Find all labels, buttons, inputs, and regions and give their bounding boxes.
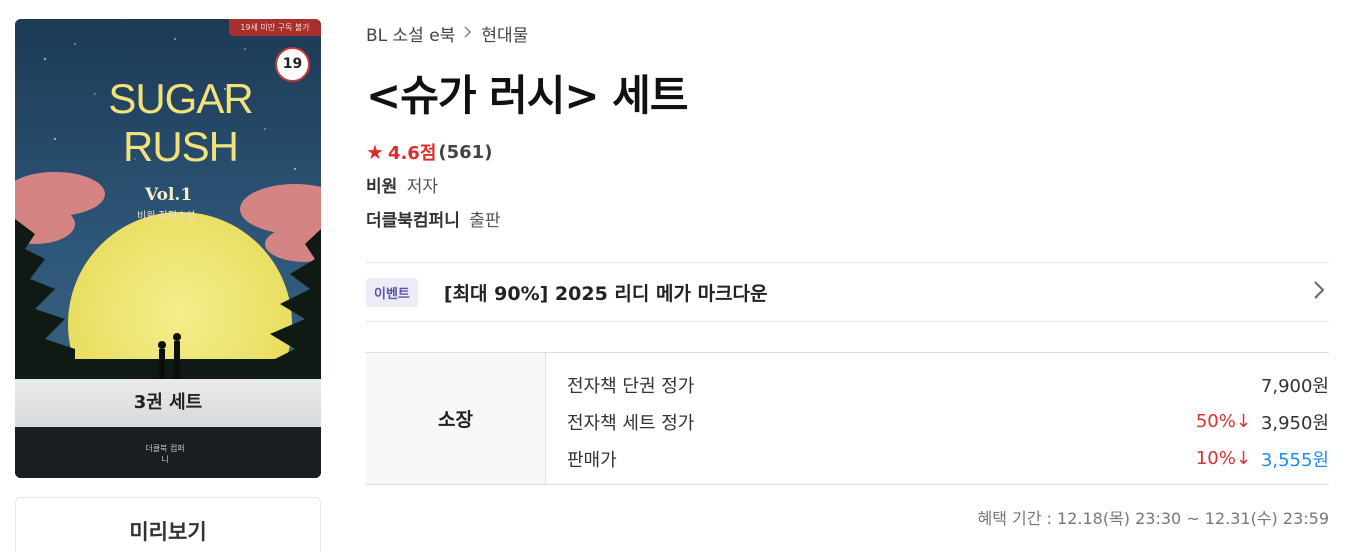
event-text: [최대 90%] 2025 리디 메가 마크다운 [443,282,768,305]
book-cover[interactable]: 19세 미만 구독 불가 19 SUGAR RUSH Vol.1 비원 장편소설… [15,19,321,478]
price-row-label: 전자책 세트 정가 [567,412,695,434]
price-row-label: 전자책 단권 정가 [567,375,695,397]
author-name[interactable]: 비원 [366,177,397,197]
price-table: 소장 전자책 단권 정가 7,900원 전자책 세트 정가 50%↓ 3,950… [366,352,1329,485]
breadcrumb-subcategory[interactable]: 현대물 [481,21,528,46]
price-row-value: 7,900원 [1260,375,1329,397]
author-role: 저자 [406,177,438,197]
price-row: 전자책 세트 정가 50%↓ 3,950원 [567,403,1329,440]
price-row: 판매가 10%↓ 3,555원 [567,440,1329,477]
age-restriction-banner: 19세 미만 구독 불가 [229,19,321,36]
age-19-badge: 19 [275,47,310,82]
author-line: 비원 저자 [366,172,438,197]
cover-title-line2: RUSH [122,123,239,170]
cover-publisher-logo: 더클북 컴퍼니 [145,444,185,464]
publisher-role: 출판 [469,211,501,231]
price-row-label: 판매가 [567,449,617,471]
page-title: <슈가 러시> 세트 [366,71,688,120]
star-icon: ★ [366,140,384,164]
benefit-period: 혜택 기간 : 12.18(목) 23:30 ~ 12.31(수) 23:59 [977,509,1329,528]
publisher-name[interactable]: 더클북컴퍼니 [366,211,460,231]
chevron-right-icon [464,25,472,42]
event-tag: 이벤트 [366,277,418,307]
price-row-value: 3,950원 [1260,412,1329,434]
price-rows: 전자책 단권 정가 7,900원 전자책 세트 정가 50%↓ 3,950원 판… [546,353,1329,484]
price-row: 전자책 단권 정가 7,900원 [567,366,1329,403]
preview-button[interactable]: 미리보기 [15,497,321,552]
sale-price: 3,555원 [1260,449,1329,471]
cover-author-line: 비원 장편소설 [137,211,196,222]
chevron-right-icon [1313,278,1325,306]
rating-score: 4.6점 [387,143,437,164]
cover-volume: Vol.1 [145,185,193,205]
discount-rate: 10%↓ [1195,448,1251,469]
breadcrumb: BL 소설 e북 현대물 [366,21,528,46]
discount-rate: 50%↓ [1195,411,1251,432]
ownership-label: 소장 [366,353,546,484]
event-banner[interactable]: 이벤트 [최대 90%] 2025 리디 메가 마크다운 [366,262,1329,322]
publisher-line: 더클북컴퍼니 출판 [366,206,501,231]
rating-count: (561) [438,141,493,163]
cover-title-line1: SUGAR [108,75,253,122]
breadcrumb-category[interactable]: BL 소설 e북 [366,21,455,46]
set-label-band: 3권 세트 [15,379,321,427]
cover-title: SUGAR RUSH [103,75,258,171]
rating[interactable]: ★ 4.6점 (561) [366,139,492,165]
